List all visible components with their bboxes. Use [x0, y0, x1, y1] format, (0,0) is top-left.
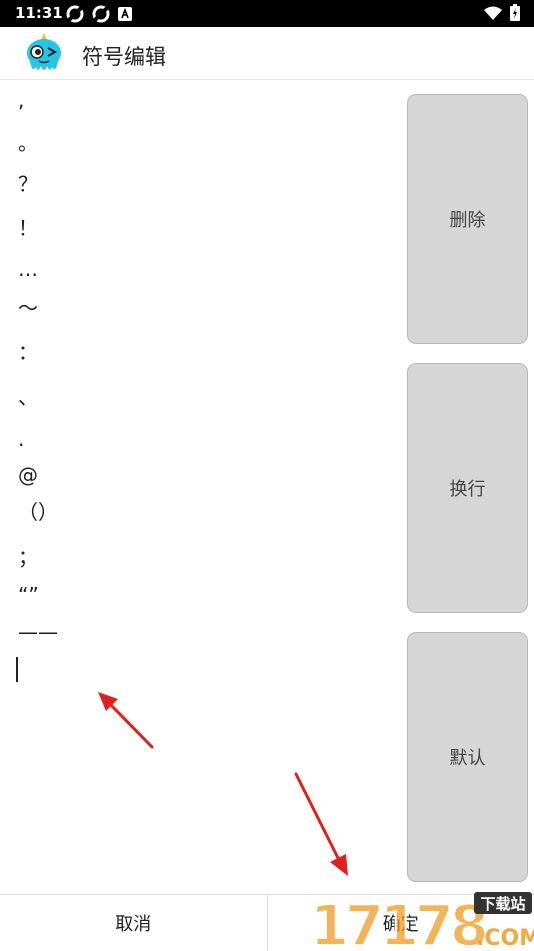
battery-icon — [510, 4, 520, 21]
symbol-line: ： — [18, 340, 38, 364]
status-time: 11:31 — [15, 4, 63, 22]
symbol-line: . — [18, 427, 24, 451]
status-bar: 11:31 — [0, 0, 534, 27]
keyboard-a-icon — [118, 7, 132, 21]
wifi-icon — [484, 6, 502, 20]
annotation-arrow-icon-2 — [286, 768, 356, 880]
newline-button[interactable]: 换行 — [407, 363, 528, 613]
svg-text:.COM: .COM — [476, 926, 534, 950]
annotation-arrow-icon — [90, 685, 160, 755]
symbol-line: @ — [18, 463, 38, 487]
symbol-line: ～ — [18, 296, 38, 320]
sync-icon-2 — [92, 5, 110, 23]
sync-icon — [66, 5, 84, 23]
app-logo-icon — [24, 33, 64, 75]
symbol-line: … — [18, 257, 38, 281]
symbol-line: , — [18, 88, 24, 112]
symbol-line: —— — [18, 620, 58, 644]
svg-text:下载站: 下载站 — [480, 895, 525, 913]
app-bar: 符号编辑 — [0, 27, 534, 80]
symbol-line: ； — [18, 545, 38, 569]
default-button[interactable]: 默认 — [407, 632, 528, 882]
symbol-line: （） — [18, 500, 58, 524]
symbol-line: 、 — [18, 385, 38, 409]
delete-button[interactable]: 删除 — [407, 94, 528, 344]
symbol-line: ！ — [18, 216, 38, 240]
symbol-line: 。 — [18, 131, 38, 155]
symbol-line: “” — [18, 583, 39, 607]
symbol-line: ？ — [18, 172, 38, 196]
page-title: 符号编辑 — [82, 41, 166, 71]
text-caret — [16, 657, 18, 682]
svg-text:17178: 17178 — [310, 894, 486, 950]
site-watermark-logo: 17178 下载站 .COM — [308, 889, 534, 950]
cancel-button[interactable]: 取消 — [0, 895, 267, 951]
